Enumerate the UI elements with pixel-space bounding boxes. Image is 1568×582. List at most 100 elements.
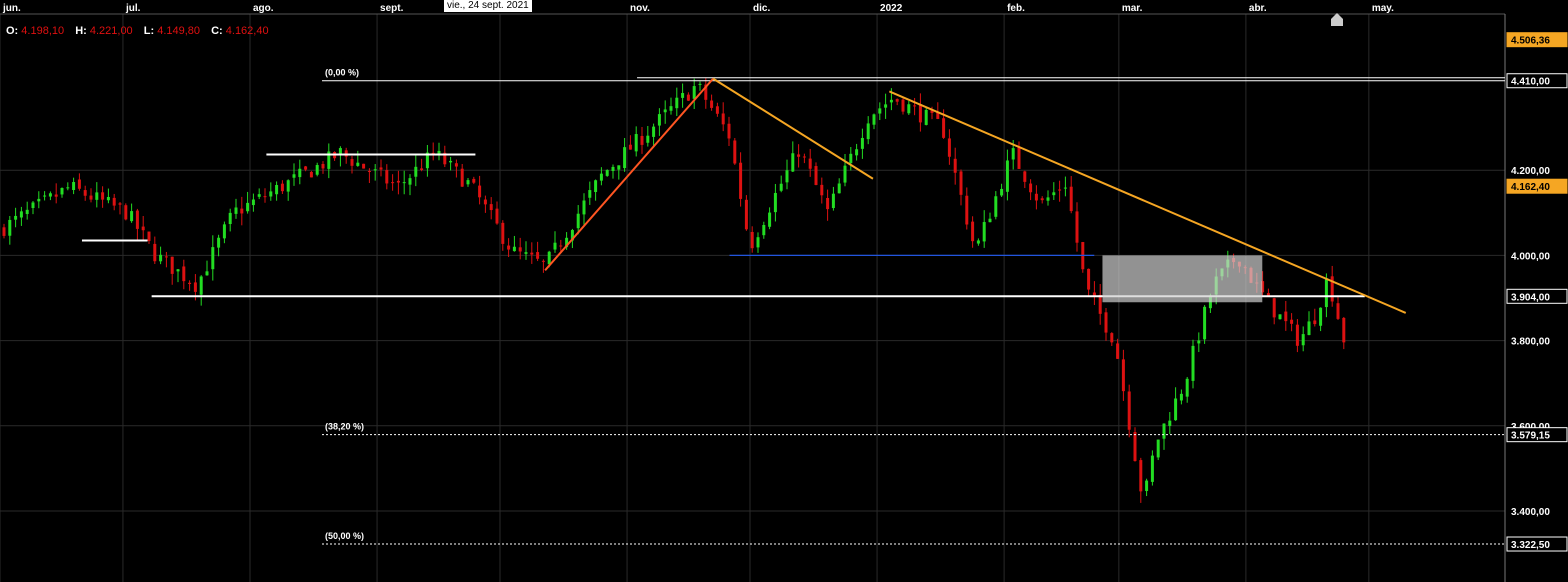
candle-body	[89, 195, 93, 200]
candle-body	[66, 187, 70, 189]
candle-body	[686, 94, 690, 101]
candle-body	[1000, 188, 1004, 196]
candle-body	[965, 195, 969, 225]
candle-body	[1150, 455, 1154, 482]
x-tick-label: nov.	[630, 3, 650, 14]
candle-body	[246, 202, 250, 212]
price-badge-label: 3.904,00	[1511, 292, 1550, 303]
x-tick-label: jul.	[125, 3, 141, 14]
candle-body	[1342, 317, 1346, 343]
candle-body	[315, 165, 319, 175]
candle-body	[199, 276, 203, 295]
candle-body	[1046, 197, 1050, 201]
candle-body	[1098, 294, 1102, 314]
candle-body	[362, 163, 366, 169]
candle-body	[582, 200, 586, 215]
candle-body	[843, 165, 847, 183]
candle-body	[1319, 307, 1323, 326]
high-label: H:	[75, 25, 87, 37]
candle-body	[971, 221, 975, 242]
candle-body	[1307, 321, 1311, 336]
candle-body	[14, 215, 18, 220]
candle-body	[1139, 460, 1143, 492]
candle-body	[1121, 359, 1125, 392]
candle-body	[373, 169, 377, 171]
candle-body	[391, 182, 395, 184]
candle-body	[454, 163, 458, 167]
candle-body	[292, 174, 296, 178]
candle-body	[483, 199, 487, 205]
candle-body	[309, 171, 313, 178]
candle-body	[420, 168, 424, 171]
candle-body	[553, 242, 557, 250]
candle-body	[43, 195, 47, 197]
candle-body	[19, 211, 23, 218]
candle-body	[1040, 198, 1044, 201]
candle-body	[286, 180, 290, 192]
candle-body	[1023, 171, 1027, 182]
candle-body	[594, 180, 598, 193]
candle-body	[1069, 186, 1073, 212]
consolidation-zone	[1102, 255, 1263, 303]
candle-body	[959, 171, 963, 195]
candle-body	[228, 212, 232, 225]
candle-body	[512, 246, 516, 252]
candle-body	[814, 166, 818, 185]
candle-body	[605, 170, 609, 176]
candle-body	[866, 123, 870, 140]
candle-body	[182, 266, 186, 282]
candle-body	[170, 256, 174, 274]
candle-body	[733, 140, 737, 164]
candle-body	[1272, 298, 1276, 318]
x-tick-label: 2022	[880, 3, 903, 14]
candle-body	[1324, 278, 1328, 308]
candle-body	[907, 104, 911, 114]
candle-body	[379, 167, 383, 170]
candle-body	[257, 194, 261, 197]
candle-body	[710, 100, 714, 108]
candle-body	[37, 198, 41, 202]
candle-body	[1168, 420, 1172, 426]
y-tick-label: 3.800,00	[1511, 337, 1550, 348]
candle-body	[652, 126, 656, 137]
candle-body	[947, 138, 951, 157]
candle-body	[141, 226, 145, 231]
candle-body	[826, 197, 830, 210]
candle-body	[617, 165, 621, 170]
candle-body	[773, 192, 777, 213]
high-value: 4.221,00	[89, 25, 133, 37]
candle-body	[576, 213, 580, 229]
candle-body	[918, 104, 922, 123]
price-badges: 4.506,36 4.410,00 4.162,40 3.904,00 3.579,15…	[1506, 32, 1568, 552]
candle-body	[1301, 334, 1305, 346]
candle-body	[988, 218, 992, 223]
candlestick-chart[interactable]: jun. jul. ago. sept. nov. dic. 2022 feb. mar. abr…	[0, 0, 1568, 582]
candle-body	[240, 208, 244, 214]
x-tick-label: dic.	[753, 3, 770, 14]
candle-body	[681, 93, 685, 98]
open-label: O:	[6, 25, 19, 37]
candle-body	[588, 190, 592, 198]
price-badge-label: 4.162,40	[1511, 182, 1550, 193]
candle-body	[1290, 319, 1294, 324]
candle-body	[611, 166, 615, 171]
candle-body	[1058, 189, 1062, 191]
candle-body	[1052, 192, 1056, 196]
candle-body	[1336, 303, 1340, 319]
candle-body	[913, 105, 917, 107]
candle-body	[507, 245, 511, 250]
candle-body	[640, 135, 644, 145]
candle-body	[211, 247, 215, 270]
price-badge-label: 4.506,36	[1511, 36, 1550, 47]
candle-body	[112, 197, 116, 206]
home-icon[interactable]	[1331, 13, 1343, 26]
candle-body	[855, 149, 859, 156]
candle-body	[860, 137, 864, 149]
candle-body	[1104, 312, 1108, 333]
candle-body	[385, 170, 389, 184]
candle-body	[77, 179, 81, 189]
candle-body	[1145, 480, 1149, 492]
candle-body	[72, 182, 76, 191]
candle-body	[1029, 183, 1033, 193]
candle-body	[872, 114, 876, 125]
